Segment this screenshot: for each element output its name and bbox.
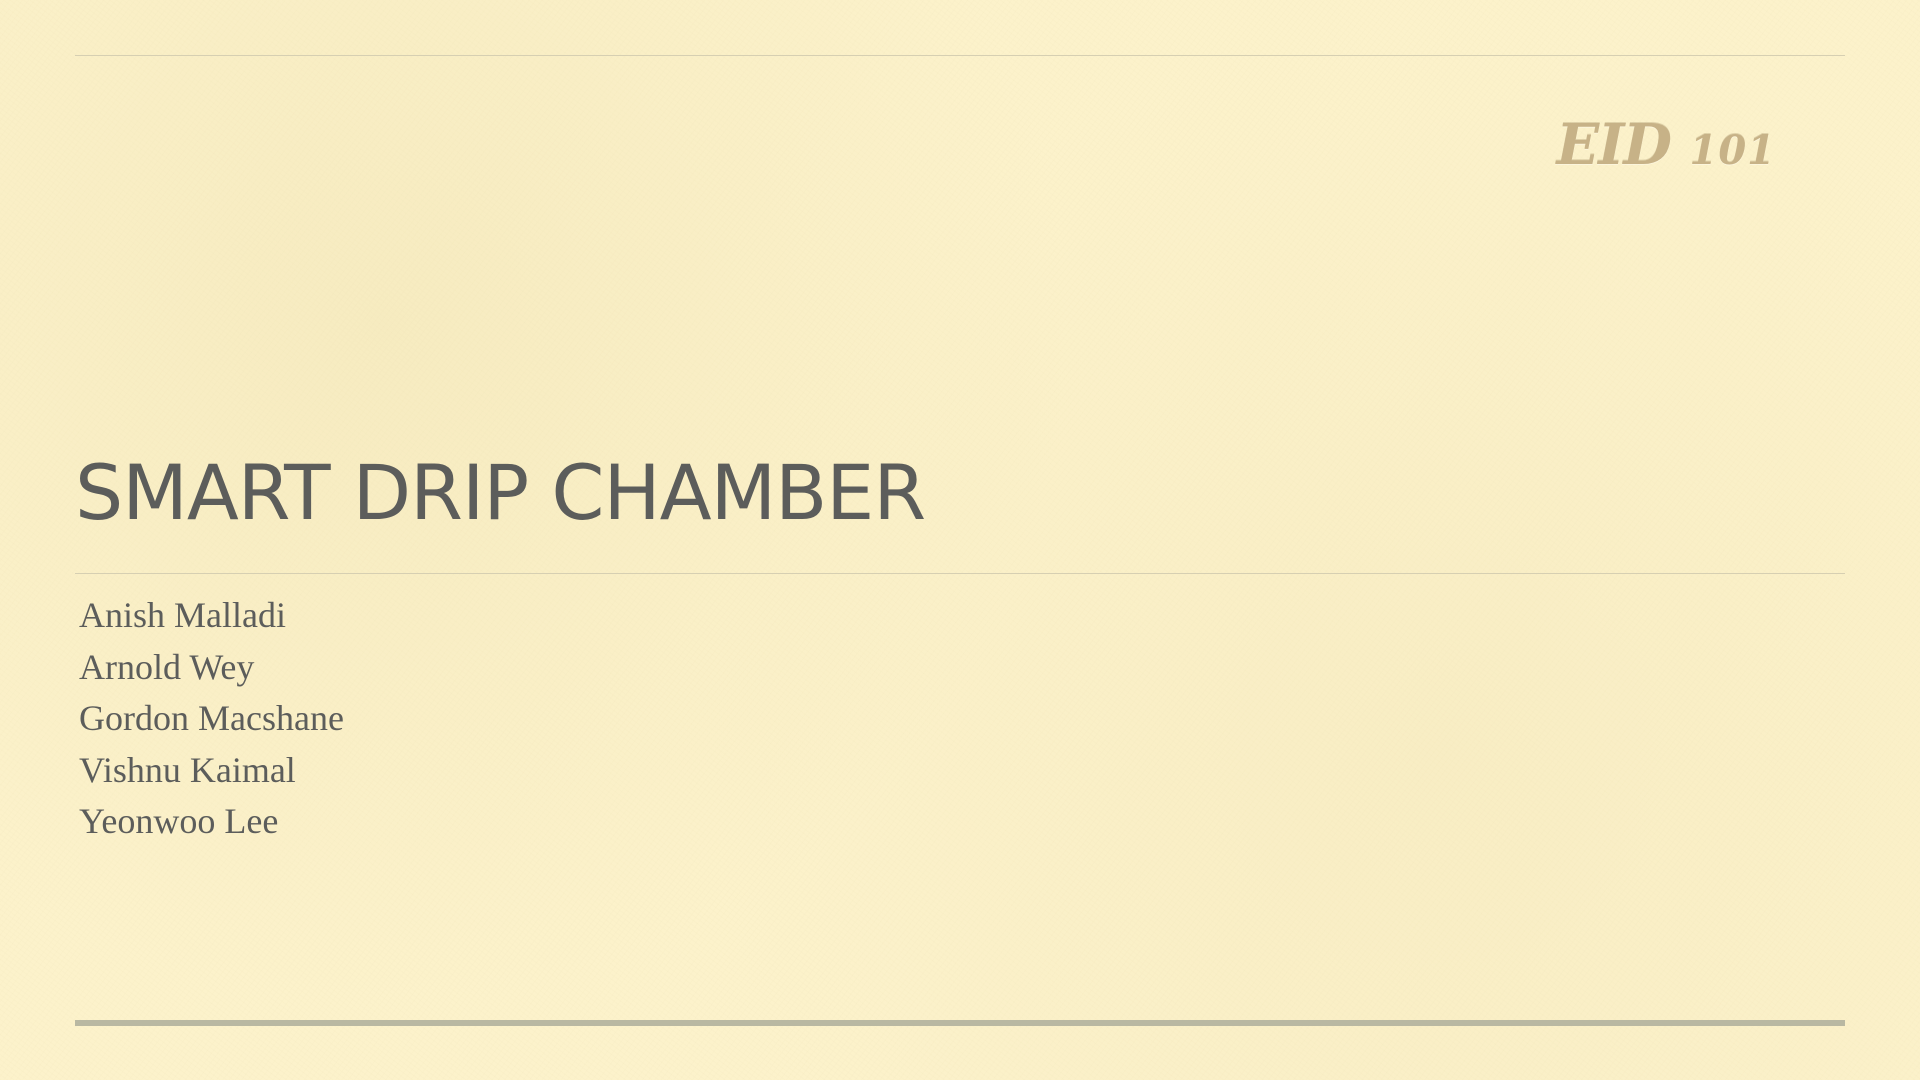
author-name: Gordon Macshane xyxy=(79,698,344,738)
bottom-divider xyxy=(75,1020,1845,1026)
title-divider xyxy=(75,573,1845,574)
author-name: Yeonwoo Lee xyxy=(79,801,279,841)
author-name: Anish Malladi xyxy=(79,595,286,635)
course-logo-prefix: EID xyxy=(1556,112,1672,178)
author-list: Anish Malladi Arnold Wey Gordon Macshane… xyxy=(79,590,344,848)
author-name: Vishnu Kaimal xyxy=(79,749,296,790)
author-name: Arnold Wey xyxy=(79,646,255,687)
top-divider xyxy=(75,55,1845,56)
course-logo-number: 101 xyxy=(1689,127,1776,174)
slide-title: SMART DRIP CHAMBER xyxy=(75,448,926,537)
course-logo: EID 101 xyxy=(1557,117,1776,173)
